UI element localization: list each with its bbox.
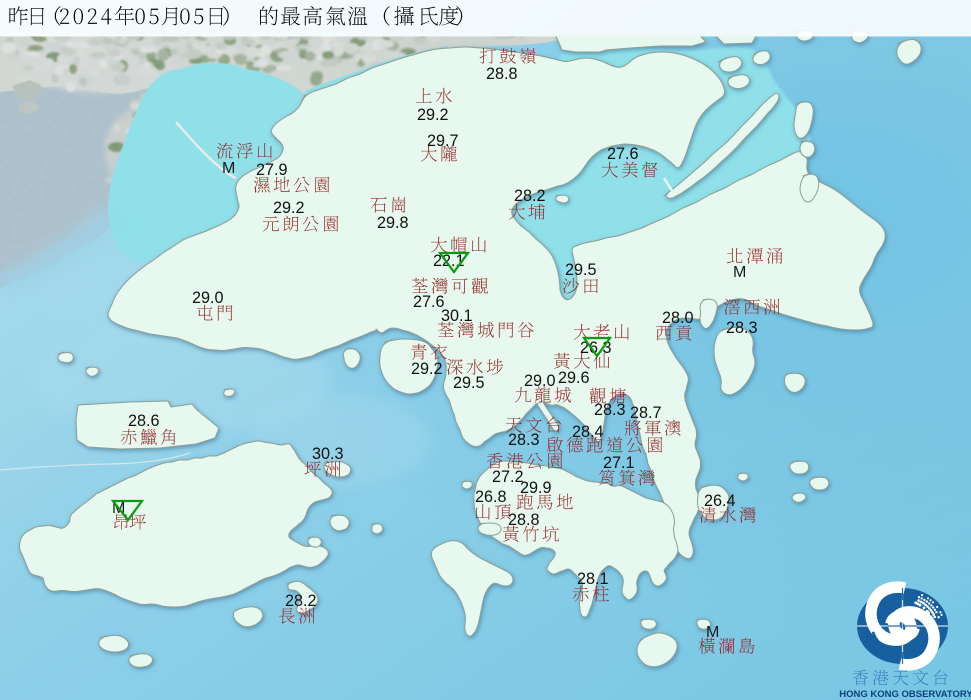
- svg-text:28.0: 28.0: [662, 309, 694, 327]
- svg-text:29.7: 29.7: [427, 132, 459, 150]
- svg-text:27.6: 27.6: [413, 293, 445, 311]
- svg-text:30.3: 30.3: [312, 445, 344, 463]
- svg-text:28.3: 28.3: [594, 401, 626, 419]
- svg-text:28.4: 28.4: [572, 423, 604, 441]
- svg-text:M: M: [706, 624, 719, 641]
- svg-text:29.8: 29.8: [377, 214, 409, 232]
- svg-text:28.6: 28.6: [128, 412, 160, 430]
- svg-text:29.5: 29.5: [453, 374, 485, 392]
- svg-text:30.1: 30.1: [441, 307, 473, 325]
- svg-text:28.8: 28.8: [486, 65, 518, 83]
- svg-text:29.6: 29.6: [558, 369, 590, 387]
- svg-text:28.7: 28.7: [630, 404, 662, 422]
- svg-text:28.1: 28.1: [577, 570, 609, 588]
- svg-text:29.2: 29.2: [417, 106, 449, 124]
- svg-text:28.2: 28.2: [514, 187, 546, 205]
- svg-text:22.1: 22.1: [433, 252, 465, 270]
- svg-text:HONG KONG OBSERVATORY: HONG KONG OBSERVATORY: [839, 689, 971, 700]
- svg-text:28.3: 28.3: [726, 319, 758, 337]
- svg-text:29.2: 29.2: [411, 360, 443, 378]
- svg-text:29.0: 29.0: [524, 372, 556, 390]
- svg-text:28.3: 28.3: [508, 431, 540, 449]
- svg-text:27.2: 27.2: [492, 468, 524, 486]
- svg-text:29.0: 29.0: [192, 289, 224, 307]
- svg-text:27.1: 27.1: [603, 454, 635, 472]
- svg-text:29.2: 29.2: [273, 199, 305, 217]
- svg-text:26.8: 26.8: [475, 488, 507, 506]
- svg-text:27.6: 27.6: [607, 145, 639, 163]
- svg-text:26.4: 26.4: [704, 492, 736, 510]
- svg-text:27.9: 27.9: [256, 161, 288, 179]
- svg-text:29.5: 29.5: [565, 261, 597, 279]
- svg-text:28.8: 28.8: [508, 511, 540, 529]
- svg-text:29.9: 29.9: [520, 479, 552, 497]
- svg-text:28.2: 28.2: [285, 592, 317, 610]
- svg-text:M: M: [733, 264, 746, 281]
- svg-text:M: M: [222, 160, 235, 177]
